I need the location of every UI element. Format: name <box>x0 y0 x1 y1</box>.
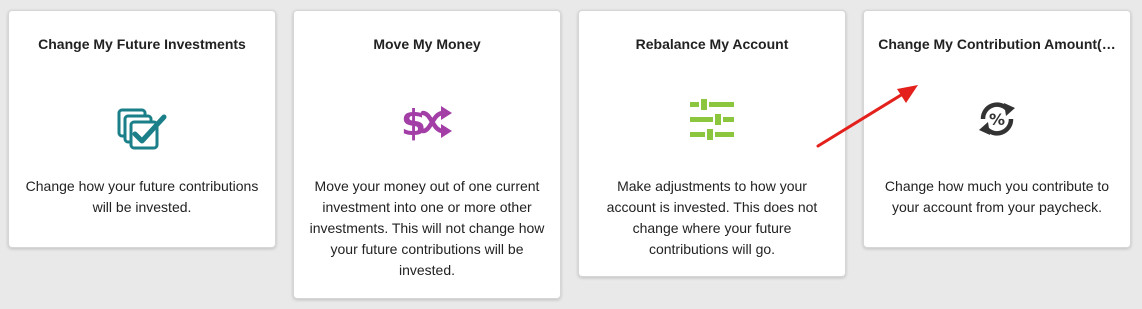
card-description: Move your money out of one current inves… <box>309 178 545 278</box>
card-description: Change how your future contributions wil… <box>25 178 259 215</box>
card-move-my-money[interactable]: Move My Money $ Move your money out of o… <box>293 10 561 299</box>
card-title: Change My Contribution Amount(… <box>878 36 1116 52</box>
card-change-contribution-amount[interactable]: Change My Contribution Amount(… % Change… <box>863 10 1131 248</box>
card-title: Change My Future Investments <box>38 36 246 52</box>
dollar-shuffle-icon: $ <box>401 103 452 143</box>
sliders-icon <box>690 98 734 142</box>
card-rebalance-account[interactable]: Rebalance My Account Make adjustments to… <box>578 10 846 277</box>
card-change-future-investments[interactable]: Change My Future Investments Change how … <box>8 10 276 248</box>
svg-text:%: % <box>989 110 1005 129</box>
percent-cycle-icon: % <box>979 102 1015 136</box>
checkbox-stack-icon <box>117 108 167 150</box>
card-title: Move My Money <box>373 36 481 52</box>
card-description: Make adjustments to how your account is … <box>606 178 818 257</box>
card-description: Change how much you contribute to your a… <box>884 178 1110 215</box>
svg-text:$: $ <box>401 103 426 143</box>
card-title: Rebalance My Account <box>635 36 789 52</box>
